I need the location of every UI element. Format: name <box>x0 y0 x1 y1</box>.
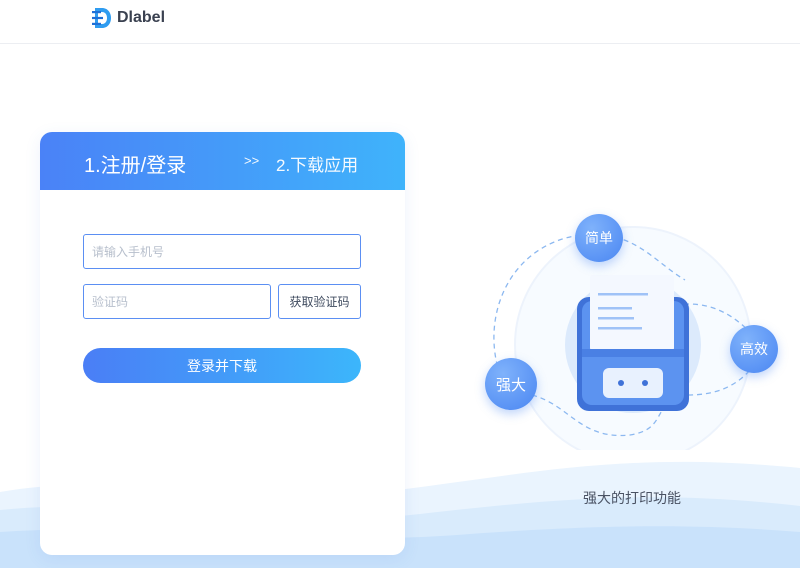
step-header: 1.注册/登录 >> 2.下载应用 <box>40 132 405 190</box>
verification-code-input[interactable] <box>83 284 271 319</box>
step-download-app: 2.下载应用 <box>276 156 359 175</box>
phone-input[interactable] <box>83 234 361 269</box>
badge-simple: 简单 <box>575 214 623 262</box>
illustration-caption: 强大的打印功能 <box>583 491 681 507</box>
login-card: 1.注册/登录 >> 2.下载应用 获取验证码 登录并下载 <box>40 132 405 555</box>
step-register-login: 1.注册/登录 <box>84 155 187 177</box>
get-code-button[interactable]: 获取验证码 <box>278 284 361 319</box>
badge-powerful: 强大 <box>485 358 537 410</box>
badge-efficient: 高效 <box>730 325 778 373</box>
step-arrow: >> <box>244 153 260 168</box>
brand-logo[interactable]: Dlabel <box>92 7 165 29</box>
dlabel-logo-icon <box>92 8 111 28</box>
login-download-button[interactable]: 登录并下载 <box>83 348 361 383</box>
label-printer-icon <box>577 275 689 411</box>
top-bar: Dlabel <box>0 0 800 44</box>
brand-name: Dlabel <box>117 9 166 26</box>
